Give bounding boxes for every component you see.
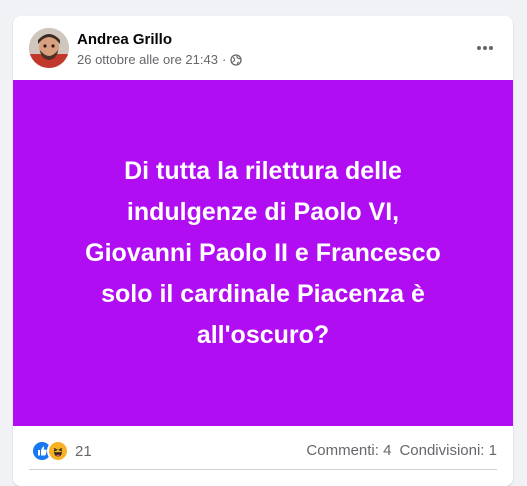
more-options-icon[interactable] bbox=[471, 36, 499, 60]
post-header: Andrea Grillo 26 ottobre alle ore 21:43 … bbox=[13, 16, 513, 80]
reactions-summary[interactable]: 21 bbox=[31, 440, 92, 462]
post-text-image[interactable]: Di tutta la rilettura delle indulgenze d… bbox=[13, 80, 513, 426]
globe-icon[interactable] bbox=[230, 53, 242, 66]
engagement-counts: Commenti: 4 Condivisioni: 1 bbox=[306, 442, 497, 459]
actions-divider bbox=[29, 469, 497, 470]
comments-count[interactable]: Commenti: 4 bbox=[306, 442, 391, 459]
post-timestamp[interactable]: 26 ottobre alle ore 21:43 bbox=[77, 52, 218, 67]
haha-icon bbox=[47, 440, 69, 462]
post-meta: 26 ottobre alle ore 21:43 · bbox=[77, 52, 242, 67]
author-avatar[interactable] bbox=[29, 28, 69, 68]
reaction-count: 21 bbox=[75, 442, 92, 460]
meta-separator: · bbox=[221, 52, 227, 67]
author-name[interactable]: Andrea Grillo bbox=[77, 31, 172, 48]
post-card: Andrea Grillo 26 ottobre alle ore 21:43 … bbox=[13, 16, 513, 486]
counts-spacer bbox=[391, 442, 399, 459]
post-stats: 21 Commenti: 4 Condivisioni: 1 bbox=[13, 426, 513, 470]
post-image-text: Di tutta la rilettura delle indulgenze d… bbox=[85, 156, 441, 349]
shares-count[interactable]: Condivisioni: 1 bbox=[399, 442, 497, 459]
